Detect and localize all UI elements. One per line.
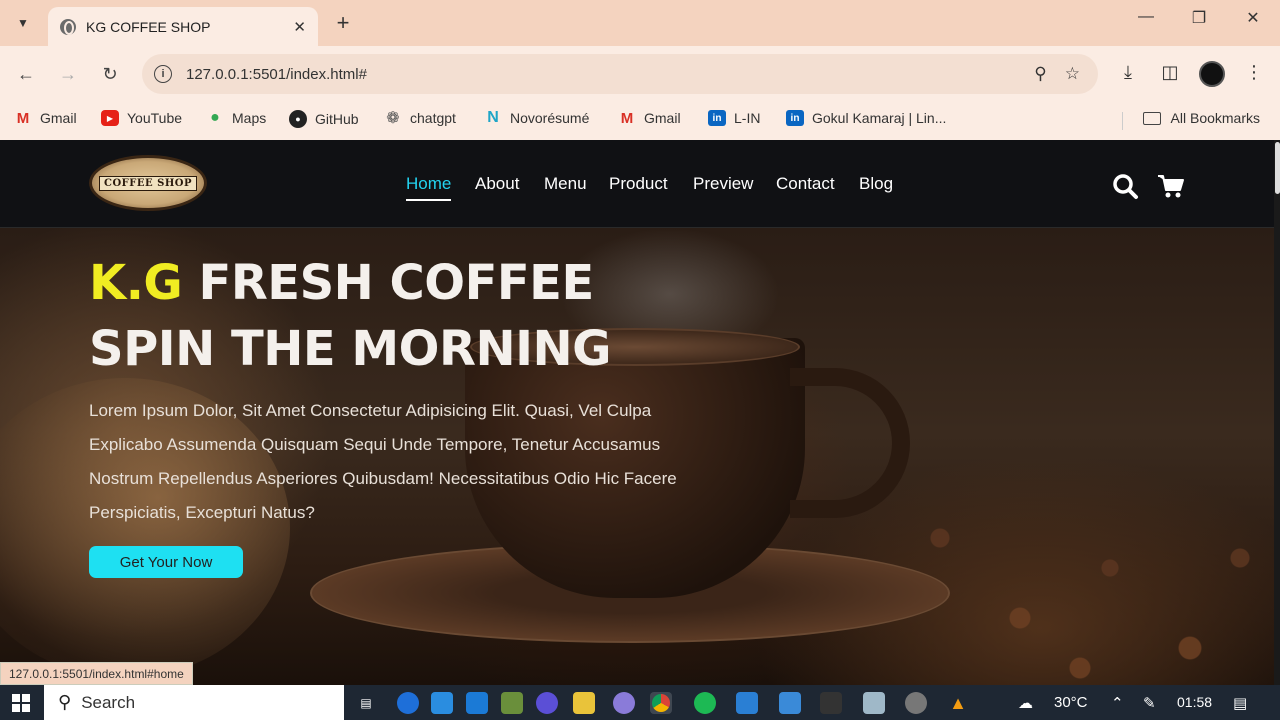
github-icon: ● xyxy=(289,110,307,128)
nav-contact[interactable]: Contact xyxy=(776,174,835,194)
bookmark-novoresume[interactable]: N Novorésumé xyxy=(484,109,589,126)
search-icon: ⚲ xyxy=(58,692,72,712)
tab-search-chevron-icon[interactable]: ▼ xyxy=(10,10,36,36)
task-view-icon[interactable]: ▤ xyxy=(355,692,377,714)
bookmark-chatgpt[interactable]: ❁ chatgpt xyxy=(384,110,456,127)
nav-preview[interactable]: Preview xyxy=(693,174,753,194)
mail-icon[interactable] xyxy=(466,692,488,714)
nav-product[interactable]: Product xyxy=(609,174,668,194)
bookmarks-separator xyxy=(1122,112,1123,130)
download-icon[interactable]: ⤓ xyxy=(1116,62,1140,83)
bookmark-github[interactable]: ● GitHub xyxy=(289,110,359,128)
file-explorer-icon[interactable] xyxy=(573,692,595,714)
app-icon[interactable] xyxy=(536,692,558,714)
bookmark-youtube[interactable]: ▶ YouTube xyxy=(101,110,182,126)
reload-icon[interactable]: ↻ xyxy=(98,62,122,86)
back-arrow-icon[interactable]: ← xyxy=(14,62,38,86)
forward-arrow-icon[interactable]: → xyxy=(56,62,80,86)
youtube-icon: ▶ xyxy=(101,110,119,126)
minimize-icon[interactable]: — xyxy=(1131,8,1161,26)
coffee-beans-image xyxy=(900,478,1274,685)
linkedin-icon: in xyxy=(786,110,804,126)
vlc-icon[interactable]: ▲ xyxy=(947,692,969,714)
terminal-icon[interactable] xyxy=(820,692,842,714)
bookmark-maps[interactable]: ● Maps xyxy=(206,109,266,126)
page-scrollbar[interactable] xyxy=(1274,140,1280,685)
minecraft-icon[interactable] xyxy=(501,692,523,714)
weather-icon[interactable]: ☁ xyxy=(1018,694,1033,712)
link-status-bubble: 127.0.0.1:5501/index.html#home xyxy=(0,662,193,685)
scrollbar-thumb[interactable] xyxy=(1275,142,1280,194)
notification-icon[interactable]: ▤ xyxy=(1233,694,1247,712)
windows-start-icon[interactable] xyxy=(12,694,30,712)
get-your-now-button[interactable]: Get Your Now xyxy=(89,546,243,578)
cart-icon[interactable] xyxy=(1157,172,1185,200)
close-tab-icon[interactable]: ✕ xyxy=(293,18,306,36)
edge-icon[interactable] xyxy=(397,692,419,714)
tab-title: KG COFFEE SHOP xyxy=(86,18,211,35)
hero-title-line2: SPIN THE MORNING xyxy=(89,321,612,377)
clock-time[interactable]: 01:58 xyxy=(1177,694,1212,710)
app-icon-2[interactable] xyxy=(613,692,635,714)
windows-taskbar: ⚲ Search ▤ ▲ ☁ 30°C ⌃ ✎ 01:58 ▤ xyxy=(0,685,1280,720)
temperature-text[interactable]: 30°C xyxy=(1054,694,1088,711)
site-header: COFFEE SHOP Home About Menu Product Prev… xyxy=(0,140,1274,228)
address-bar[interactable]: i 127.0.0.1:5501/index.html# ⚲ ☆ xyxy=(142,54,1098,94)
restore-icon[interactable]: ❐ xyxy=(1184,8,1214,28)
browser-toolbar: ← → ↻ i 127.0.0.1:5501/index.html# ⚲ ☆ ⤓… xyxy=(0,46,1280,102)
folder-icon xyxy=(1142,111,1161,125)
settings-gear-icon[interactable] xyxy=(905,692,927,714)
maps-pin-icon: ● xyxy=(210,109,220,126)
chatgpt-icon: ❁ xyxy=(386,110,400,127)
notepad-icon[interactable] xyxy=(863,692,885,714)
pen-icon[interactable]: ✎ xyxy=(1143,694,1156,712)
hero-title: K.G FRESH COFFEE SPIN THE MORNING xyxy=(89,250,612,382)
taskbar-search-label: Search xyxy=(81,692,136,712)
nav-home[interactable]: Home xyxy=(406,174,452,201)
hero-section: K.G FRESH COFFEE SPIN THE MORNING Lorem … xyxy=(0,228,1274,685)
bookmark-gmail-2[interactable]: M Gmail xyxy=(618,109,681,127)
chrome-icon[interactable] xyxy=(650,692,672,714)
hero-paragraph: Lorem Ipsum Dolor, Sit Amet Consectetur … xyxy=(89,401,677,522)
tray-chevron-up-icon[interactable]: ⌃ xyxy=(1111,694,1124,712)
zoom-icon[interactable]: ⚲ xyxy=(1034,64,1046,84)
globe-icon xyxy=(60,18,76,35)
nav-menu[interactable]: Menu xyxy=(544,174,587,194)
hero-title-highlight: K.G xyxy=(89,255,183,311)
spotify-icon[interactable] xyxy=(694,692,716,714)
bookmark-linkedin[interactable]: in L-IN xyxy=(708,110,760,126)
vscode-icon[interactable] xyxy=(736,692,758,714)
page-viewport: COFFEE SHOP Home About Menu Product Prev… xyxy=(0,140,1280,685)
browser-tab[interactable]: KG COFFEE SHOP ✕ xyxy=(48,7,318,46)
main-nav: Home About Menu Product Preview Contact … xyxy=(0,174,1274,201)
new-tab-button[interactable]: + xyxy=(330,10,356,36)
bookmark-gokul-linkedin[interactable]: in Gokul Kamaraj | Lin... xyxy=(786,110,946,126)
taskbar-search[interactable]: ⚲ Search xyxy=(44,685,344,720)
url-text[interactable]: 127.0.0.1:5501/index.html# xyxy=(186,66,1034,83)
linkedin-icon: in xyxy=(708,110,726,126)
novoresume-icon: N xyxy=(487,109,499,126)
gmail-icon: M xyxy=(16,109,30,127)
bookmark-star-icon[interactable]: ☆ xyxy=(1065,64,1080,84)
site-info-icon[interactable]: i xyxy=(154,65,172,83)
photos-icon[interactable] xyxy=(779,692,801,714)
side-panel-icon[interactable]: ◫ xyxy=(1158,62,1182,83)
tab-strip: ▼ KG COFFEE SHOP ✕ + — ❐ ✕ xyxy=(0,0,1280,46)
hero-title-line1: FRESH COFFEE xyxy=(198,255,595,311)
close-window-icon[interactable]: ✕ xyxy=(1238,8,1268,28)
gmail-icon: M xyxy=(620,109,634,127)
nav-blog[interactable]: Blog xyxy=(859,174,893,194)
profile-avatar[interactable] xyxy=(1199,61,1225,87)
nav-about[interactable]: About xyxy=(475,174,519,194)
bookmarks-bar: M Gmail ▶ YouTube ● Maps ● GitHub ❁ chatgpt N… xyxy=(0,102,1280,140)
cup-handle-image xyxy=(790,368,910,518)
store-icon[interactable] xyxy=(431,692,453,714)
search-icon[interactable] xyxy=(1111,172,1139,200)
menu-kebab-icon[interactable]: ⋮ xyxy=(1242,62,1266,83)
all-bookmarks-button[interactable]: All Bookmarks xyxy=(1142,110,1260,126)
bookmark-gmail[interactable]: M Gmail xyxy=(14,109,77,127)
